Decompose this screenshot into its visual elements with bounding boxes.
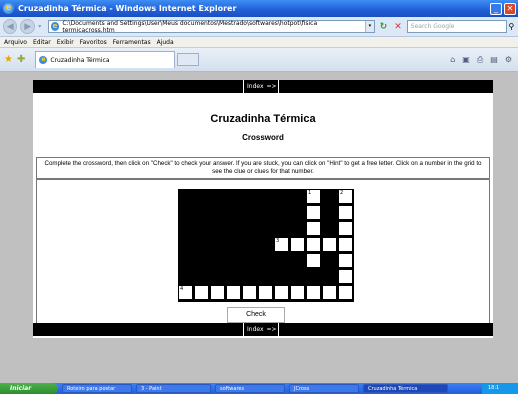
- crossword-cell[interactable]: [322, 237, 337, 252]
- page-icon: e: [50, 22, 60, 31]
- search-icon[interactable]: ⚲: [508, 21, 518, 33]
- menu-arquivo[interactable]: Arquivo: [4, 39, 27, 46]
- top-nav-bar: Index =>: [33, 80, 493, 93]
- taskbar: Iniciar Roteiro para postar 3 - Paint so…: [0, 383, 518, 394]
- crossword-cell[interactable]: 4: [178, 285, 193, 300]
- crossword-cell[interactable]: [338, 221, 353, 236]
- clue-number[interactable]: 4: [180, 286, 183, 292]
- menu-bar: Arquivo Editar Exibir Favoritos Ferramen…: [0, 37, 518, 48]
- system-tray-clock: 18:1: [482, 383, 518, 394]
- crossword-cell[interactable]: [306, 221, 321, 236]
- menu-ferramentas[interactable]: Ferramentas: [113, 39, 151, 46]
- crossword-cell[interactable]: [306, 285, 321, 300]
- crossword-cell[interactable]: [194, 285, 209, 300]
- crossword-cell[interactable]: [242, 285, 257, 300]
- crossword-cell[interactable]: 3: [274, 237, 289, 252]
- page-viewport: Index => Cruzadinha Térmica Crossword Com…: [0, 72, 518, 383]
- title-bar: e Cruzadinha Térmica - Windows Internet …: [0, 0, 518, 17]
- page-content: Index => Cruzadinha Térmica Crossword Com…: [33, 80, 493, 338]
- crossword-cell[interactable]: [306, 237, 321, 252]
- crossword-cell[interactable]: [290, 237, 305, 252]
- stop-icon[interactable]: ✕: [392, 21, 403, 33]
- page-menu-icon[interactable]: ▤: [490, 55, 498, 64]
- back-button[interactable]: ◀: [3, 19, 18, 34]
- task-roteiro[interactable]: Roteiro para postar: [62, 384, 132, 393]
- address-dropdown-icon[interactable]: ▾: [364, 21, 374, 32]
- menu-editar[interactable]: Editar: [33, 39, 51, 46]
- crossword-grid: 1 2 3 4: [178, 189, 354, 302]
- crossword-cell[interactable]: [338, 253, 353, 268]
- history-dropdown-icon[interactable]: ▾: [36, 23, 44, 31]
- crossword-container: 1 2 3 4: [36, 179, 490, 324]
- feeds-icon[interactable]: ▣: [462, 55, 470, 64]
- crossword-cell[interactable]: 2: [338, 189, 353, 204]
- crossword-cell[interactable]: [338, 285, 353, 300]
- tab-bar: ★ ✚ e Cruzadinha Térmica ⌂ ▣ ⎙ ▤ ⚙: [0, 48, 518, 72]
- crossword-cell[interactable]: 1: [306, 189, 321, 204]
- print-icon[interactable]: ⎙: [477, 55, 483, 65]
- crossword-cell[interactable]: [274, 285, 289, 300]
- task-paint[interactable]: 3 - Paint: [136, 384, 211, 393]
- bottom-next-arrow[interactable]: =>: [267, 326, 277, 333]
- crossword-cell[interactable]: [338, 237, 353, 252]
- window-title: Cruzadinha Térmica - Windows Internet Ex…: [18, 4, 237, 13]
- menu-favoritos[interactable]: Favoritos: [80, 39, 107, 46]
- page-subtitle: Crossword: [242, 133, 284, 142]
- page-title: Cruzadinha Térmica: [210, 113, 316, 125]
- tab-page-icon: e: [39, 56, 48, 64]
- refresh-icon[interactable]: ↻: [378, 21, 389, 33]
- top-index-link[interactable]: Index =>: [243, 80, 279, 93]
- close-button[interactable]: ✕: [504, 2, 516, 15]
- address-toolbar: ◀ ▶ ▾ e C:\Documents and Settings\User\M…: [0, 17, 518, 37]
- top-next-arrow[interactable]: =>: [267, 83, 277, 90]
- clue-number[interactable]: 3: [276, 238, 279, 244]
- crossword-cell[interactable]: [338, 269, 353, 284]
- add-favorite-icon[interactable]: ✚: [17, 54, 25, 65]
- crossword-cell[interactable]: [306, 253, 321, 268]
- tab-label: Cruzadinha Térmica: [50, 56, 110, 64]
- start-button[interactable]: Iniciar: [0, 383, 58, 394]
- crossword-cell[interactable]: [258, 285, 273, 300]
- crossword-cell[interactable]: [226, 285, 241, 300]
- menu-exibir[interactable]: Exibir: [57, 39, 74, 46]
- task-jcross[interactable]: JCross: [289, 384, 359, 393]
- address-field[interactable]: e C:\Documents and Settings\User\Meus do…: [47, 19, 375, 34]
- search-input[interactable]: Search Google: [406, 20, 508, 33]
- crossword-cell[interactable]: [322, 285, 337, 300]
- crossword-cell[interactable]: [338, 205, 353, 220]
- clue-number[interactable]: 2: [340, 190, 343, 196]
- check-button[interactable]: Check: [227, 307, 285, 323]
- crossword-cell[interactable]: [306, 205, 321, 220]
- new-tab-button[interactable]: [177, 53, 200, 66]
- minimize-button[interactable]: _: [490, 2, 502, 15]
- bottom-index-link[interactable]: Index =>: [243, 323, 279, 336]
- bottom-nav-bar: Index =>: [33, 323, 493, 336]
- task-cruzadinha[interactable]: Cruzadinha Térmica: [363, 384, 448, 393]
- task-softwares[interactable]: softwares: [215, 384, 285, 393]
- tools-menu-icon[interactable]: ⚙: [505, 55, 512, 64]
- home-icon[interactable]: ⌂: [450, 55, 455, 64]
- forward-button[interactable]: ▶: [20, 19, 35, 34]
- menu-ajuda[interactable]: Ajuda: [157, 39, 174, 46]
- instructions-text: Complete the crossword, then click on "C…: [36, 157, 490, 179]
- favorites-star-icon[interactable]: ★: [4, 54, 13, 65]
- crossword-cell[interactable]: [210, 285, 225, 300]
- clue-number[interactable]: 1: [308, 190, 311, 196]
- address-text: C:\Documents and Settings\User\Meus docu…: [62, 19, 318, 34]
- tab-cruzadinha[interactable]: e Cruzadinha Térmica: [35, 51, 176, 68]
- crossword-cell[interactable]: [290, 285, 305, 300]
- ie-logo-icon: e: [3, 3, 14, 14]
